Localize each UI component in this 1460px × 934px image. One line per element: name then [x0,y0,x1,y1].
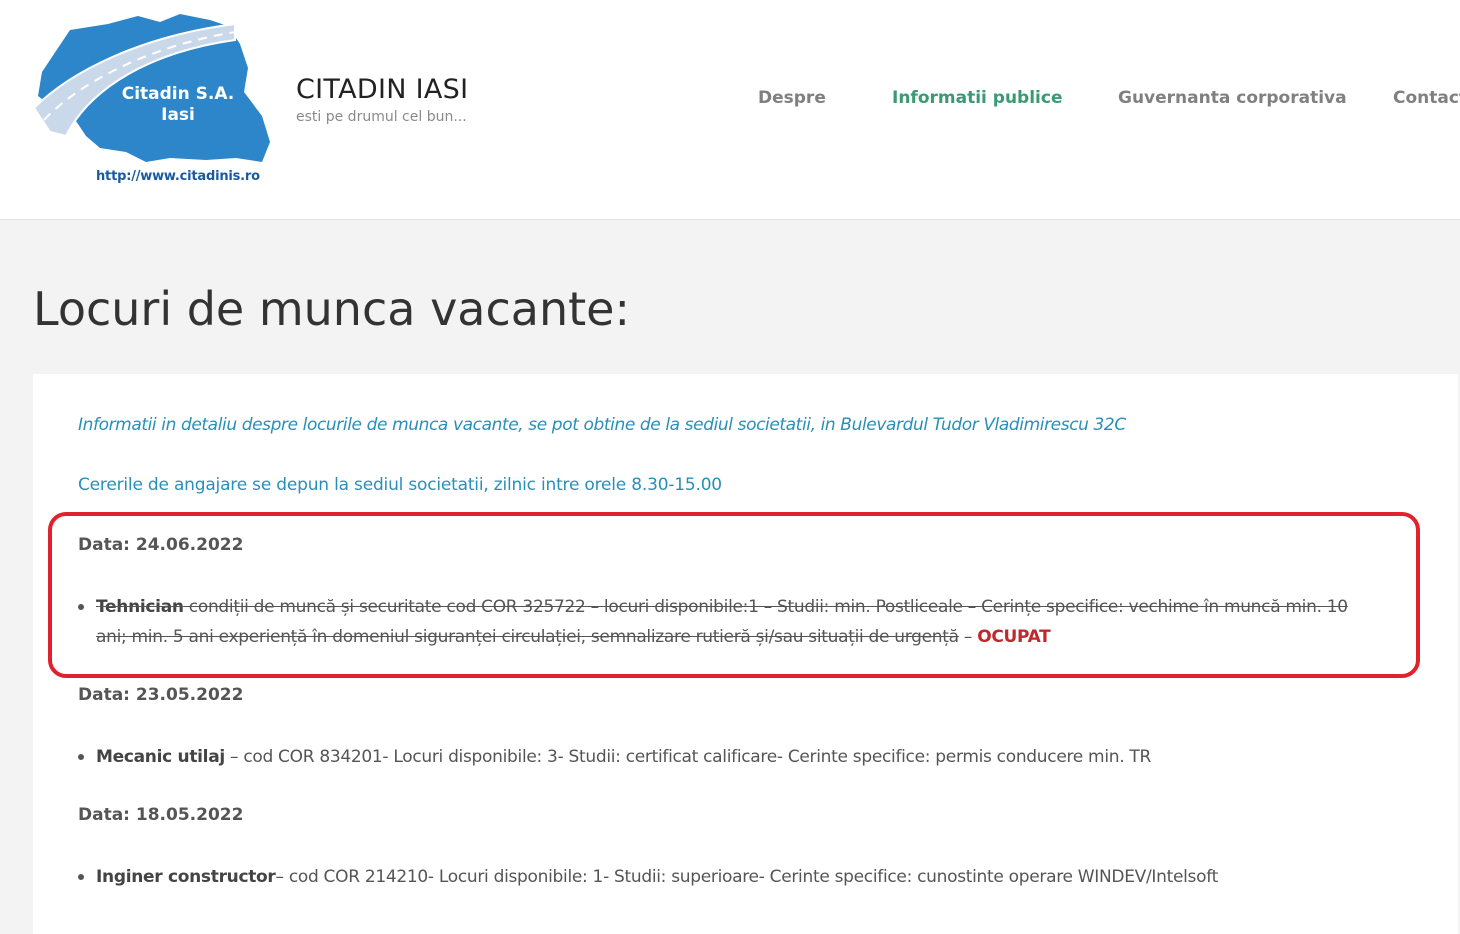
content-card: Informatii in detaliu despre locurile de… [33,374,1458,934]
logo-company-name: Citadin S.A. [121,84,235,104]
nav-item-contact[interactable]: Contact [1393,88,1460,108]
section-date: Data: 23.05.2022 [78,685,244,705]
hours-text: Cererile de angajare se depun la sediul … [78,475,722,495]
job-title: Inginer constructor [96,867,276,887]
bullet-icon [78,874,84,880]
job-line: Mecanic utilaj – cod COR 834201- Locuri … [96,742,1398,772]
site-header: Citadin S.A. Iasi http://www.citadinis.r… [0,0,1460,220]
site-tagline: esti pe drumul cel bun... [296,109,467,125]
job-item: Tehnician condiții de muncă și securitat… [78,592,1398,652]
page-title: Locuri de munca vacante: [33,282,630,336]
section-date: Data: 18.05.2022 [78,805,244,825]
bullet-icon [78,754,84,760]
job-description-cont: ani; min. 5 ani experiență în domeniul s… [96,627,959,647]
intro-text: Informatii in detaliu despre locurile de… [78,415,1126,435]
logo-city: Iasi [161,105,195,125]
job-line: ani; min. 5 ani experiență în domeniul s… [96,622,1398,652]
job-title: Mecanic utilaj [96,747,225,767]
job-line: Inginer constructor– cod COR 214210- Loc… [96,862,1398,892]
site-logo[interactable]: Citadin S.A. Iasi http://www.citadinis.r… [30,12,275,190]
job-line: Tehnician condiții de muncă și securitat… [96,592,1398,622]
logo-url: http://www.citadinis.ro [96,169,260,184]
bullet-icon [78,604,84,610]
job-description: condiții de muncă și securitate cod COR … [183,597,1348,617]
nav-item-guvernanta-corporativa[interactable]: Guvernanta corporativa [1118,88,1347,108]
job-description: – cod COR 834201- Locuri disponibile: 3-… [224,747,1152,767]
job-title: Tehnician [96,597,184,617]
job-status-badge: OCUPAT [977,627,1051,647]
logo-text: Citadin S.A. Iasi [118,84,238,126]
job-item: Mecanic utilaj – cod COR 834201- Locuri … [78,742,1398,772]
job-description: – cod COR 214210- Locuri disponibile: 1-… [275,867,1219,887]
nav-item-informatii-publice[interactable]: Informatii publice [892,88,1062,108]
site-title[interactable]: CITADIN IASI [296,74,468,105]
job-item: Inginer constructor– cod COR 214210- Loc… [78,862,1398,892]
section-date: Data: 24.06.2022 [78,535,244,555]
nav-item-despre[interactable]: Despre [758,88,826,108]
job-separator: – [958,627,978,647]
